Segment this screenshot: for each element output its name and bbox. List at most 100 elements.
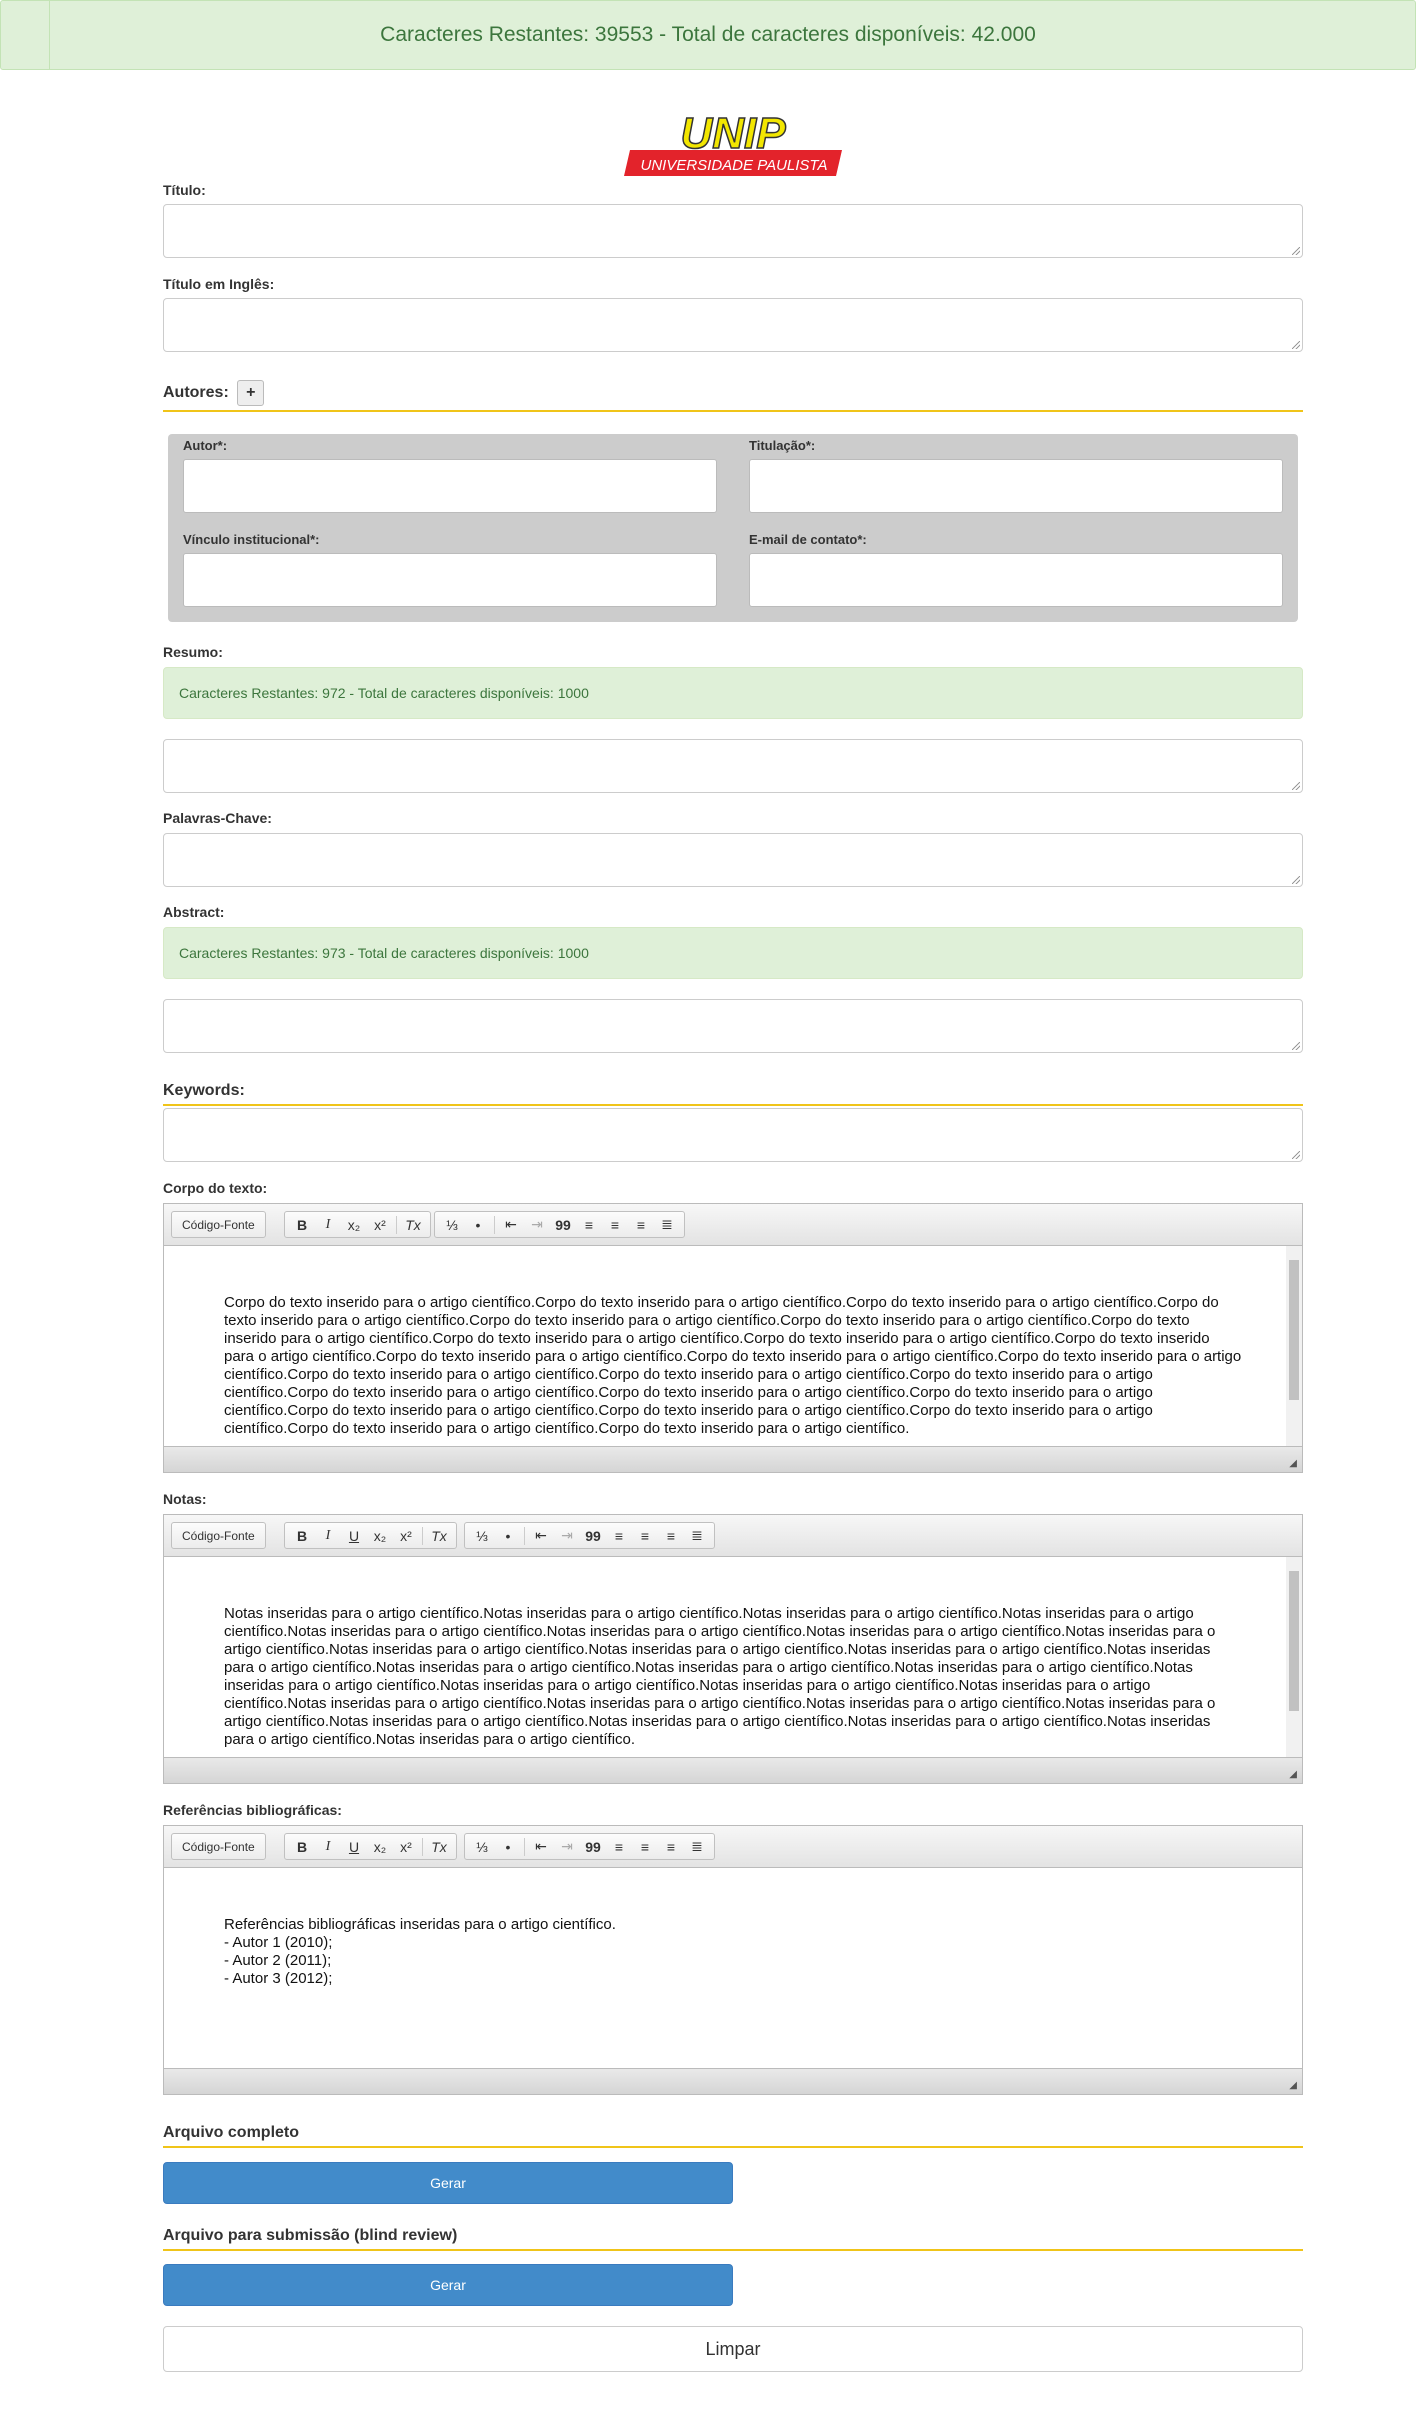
- referencias-line: Referências bibliográficas inseridas par…: [224, 1916, 616, 1933]
- abstract-label: Abstract:: [163, 904, 225, 920]
- notas-label: Notas:: [163, 1491, 207, 1507]
- resize-icon[interactable]: ◢: [1289, 2080, 1297, 2091]
- titulo-label: Título:: [163, 182, 206, 198]
- clear-format-button[interactable]: Tx: [426, 1835, 452, 1859]
- editor-toolbar: Código-Fonte B I U x₂ x² Tx ⅓ • ⇤ ⇥ 99 ≡…: [164, 1515, 1302, 1557]
- limpar-button[interactable]: Limpar: [163, 2326, 1303, 2372]
- arquivo-blind-section: Arquivo para submissão (blind review): [163, 2227, 1303, 2251]
- logo-subtitle: UNIVERSIDADE PAULISTA: [641, 157, 828, 174]
- subscript-button[interactable]: x₂: [367, 1524, 393, 1548]
- ordered-list-icon[interactable]: ⅓: [439, 1213, 465, 1237]
- keywords-input[interactable]: [163, 1108, 1303, 1162]
- char-counter-banner: Caracteres Restantes: 39553 - Total de c…: [0, 0, 1416, 70]
- notas-content[interactable]: Notas inseridas para o artigo científico…: [164, 1557, 1302, 1757]
- blockquote-icon[interactable]: 99: [550, 1213, 576, 1237]
- align-right-icon[interactable]: ≡: [628, 1213, 654, 1237]
- italic-button[interactable]: I: [315, 1835, 341, 1859]
- source-button[interactable]: Código-Fonte: [176, 1524, 261, 1548]
- ordered-list-icon[interactable]: ⅓: [469, 1524, 495, 1548]
- resumo-input[interactable]: [163, 739, 1303, 793]
- autor-label: Autor*:: [183, 438, 228, 453]
- outdent-icon[interactable]: ⇤: [498, 1213, 524, 1237]
- align-center-icon[interactable]: ≡: [632, 1835, 658, 1859]
- gerar-blind-button[interactable]: Gerar: [163, 2264, 733, 2306]
- align-center-icon[interactable]: ≡: [602, 1213, 628, 1237]
- titulo-en-label: Título em Inglês:: [163, 276, 275, 292]
- editor-toolbar: Código-Fonte B I U x₂ x² Tx ⅓ • ⇤ ⇥ 99 ≡…: [164, 1826, 1302, 1868]
- author-card: Autor*: Titulação*: Vínculo instituciona…: [168, 434, 1298, 622]
- palavras-input[interactable]: [163, 833, 1303, 887]
- notas-editor: Código-Fonte B I U x₂ x² Tx ⅓ • ⇤ ⇥ 99 ≡…: [163, 1514, 1303, 1784]
- bold-button[interactable]: B: [289, 1524, 315, 1548]
- titulacao-label: Titulação*:: [749, 438, 816, 453]
- bullet-list-icon[interactable]: •: [495, 1524, 521, 1548]
- indent-icon[interactable]: ⇥: [524, 1213, 550, 1237]
- logo-name: UNIP: [680, 112, 786, 158]
- align-right-icon[interactable]: ≡: [658, 1835, 684, 1859]
- vinculo-label: Vínculo institucional*:: [183, 532, 320, 547]
- outdent-icon[interactable]: ⇤: [528, 1835, 554, 1859]
- superscript-button[interactable]: x²: [393, 1835, 419, 1859]
- bold-button[interactable]: B: [289, 1213, 315, 1237]
- outdent-icon[interactable]: ⇤: [528, 1524, 554, 1548]
- palavras-label: Palavras-Chave:: [163, 810, 272, 826]
- align-center-icon[interactable]: ≡: [632, 1524, 658, 1548]
- keywords-section: Keywords:: [163, 1082, 1303, 1106]
- bullet-list-icon[interactable]: •: [495, 1835, 521, 1859]
- add-author-button[interactable]: +: [237, 380, 265, 406]
- titulo-en-input[interactable]: [163, 298, 1303, 352]
- underline-button[interactable]: U: [341, 1524, 367, 1548]
- source-button[interactable]: Código-Fonte: [176, 1835, 261, 1859]
- ordered-list-icon[interactable]: ⅓: [469, 1835, 495, 1859]
- blockquote-icon[interactable]: 99: [580, 1835, 606, 1859]
- align-right-icon[interactable]: ≡: [658, 1524, 684, 1548]
- abstract-counter: Caracteres Restantes: 973 - Total de car…: [163, 927, 1303, 979]
- scrollbar[interactable]: [1286, 1557, 1302, 1757]
- resize-icon[interactable]: ◢: [1289, 1458, 1297, 1469]
- italic-button[interactable]: I: [315, 1524, 341, 1548]
- corpo-editor: Código-Fonte B I x₂ x² Tx ⅓ • ⇤ ⇥ 99 ≡ ≡…: [163, 1203, 1303, 1473]
- titulo-input[interactable]: [163, 204, 1303, 258]
- editor-footer: ◢: [164, 2068, 1302, 2094]
- bullet-list-icon[interactable]: •: [465, 1213, 491, 1237]
- underline-button[interactable]: U: [341, 1835, 367, 1859]
- align-left-icon[interactable]: ≡: [576, 1213, 602, 1237]
- blockquote-icon[interactable]: 99: [580, 1524, 606, 1548]
- indent-icon[interactable]: ⇥: [554, 1835, 580, 1859]
- resumo-label: Resumo:: [163, 644, 223, 660]
- authors-section: Autores: +: [163, 380, 1303, 412]
- referencias-label: Referências bibliográficas:: [163, 1802, 342, 1818]
- arquivo-blind-heading: Arquivo para submissão (blind review): [163, 2227, 458, 2244]
- unip-logo: UNIVERSIDADE PAULISTA UNIP: [624, 112, 842, 176]
- justify-icon[interactable]: ≣: [684, 1835, 710, 1859]
- justify-icon[interactable]: ≣: [654, 1213, 680, 1237]
- subscript-button[interactable]: x₂: [341, 1213, 367, 1237]
- italic-button[interactable]: I: [315, 1213, 341, 1237]
- arquivo-completo-heading: Arquivo completo: [163, 2124, 300, 2141]
- referencias-line: - Autor 3 (2012);: [224, 1970, 333, 1987]
- titulacao-input[interactable]: [749, 459, 1283, 513]
- email-input[interactable]: [749, 553, 1283, 607]
- referencias-content[interactable]: Referências bibliográficas inseridas par…: [164, 1868, 1302, 2068]
- corpo-text: Corpo do texto inserido para o artigo ci…: [224, 1294, 1242, 1437]
- email-label: E-mail de contato*:: [749, 532, 867, 547]
- resize-icon[interactable]: ◢: [1289, 1769, 1297, 1780]
- corpo-content[interactable]: Corpo do texto inserido para o artigo ci…: [164, 1246, 1302, 1446]
- clear-format-button[interactable]: Tx: [426, 1524, 452, 1548]
- clear-format-button[interactable]: Tx: [400, 1213, 426, 1237]
- align-left-icon[interactable]: ≡: [606, 1524, 632, 1548]
- arquivo-completo-section: Arquivo completo: [163, 2124, 1303, 2148]
- justify-icon[interactable]: ≣: [684, 1524, 710, 1548]
- source-button[interactable]: Código-Fonte: [176, 1213, 261, 1237]
- gerar-completo-button[interactable]: Gerar: [163, 2162, 733, 2204]
- align-left-icon[interactable]: ≡: [606, 1835, 632, 1859]
- superscript-button[interactable]: x²: [367, 1213, 393, 1237]
- vinculo-input[interactable]: [183, 553, 717, 607]
- bold-button[interactable]: B: [289, 1835, 315, 1859]
- subscript-button[interactable]: x₂: [367, 1835, 393, 1859]
- indent-icon[interactable]: ⇥: [554, 1524, 580, 1548]
- autor-input[interactable]: [183, 459, 717, 513]
- superscript-button[interactable]: x²: [393, 1524, 419, 1548]
- abstract-input[interactable]: [163, 999, 1303, 1053]
- scrollbar[interactable]: [1286, 1246, 1302, 1446]
